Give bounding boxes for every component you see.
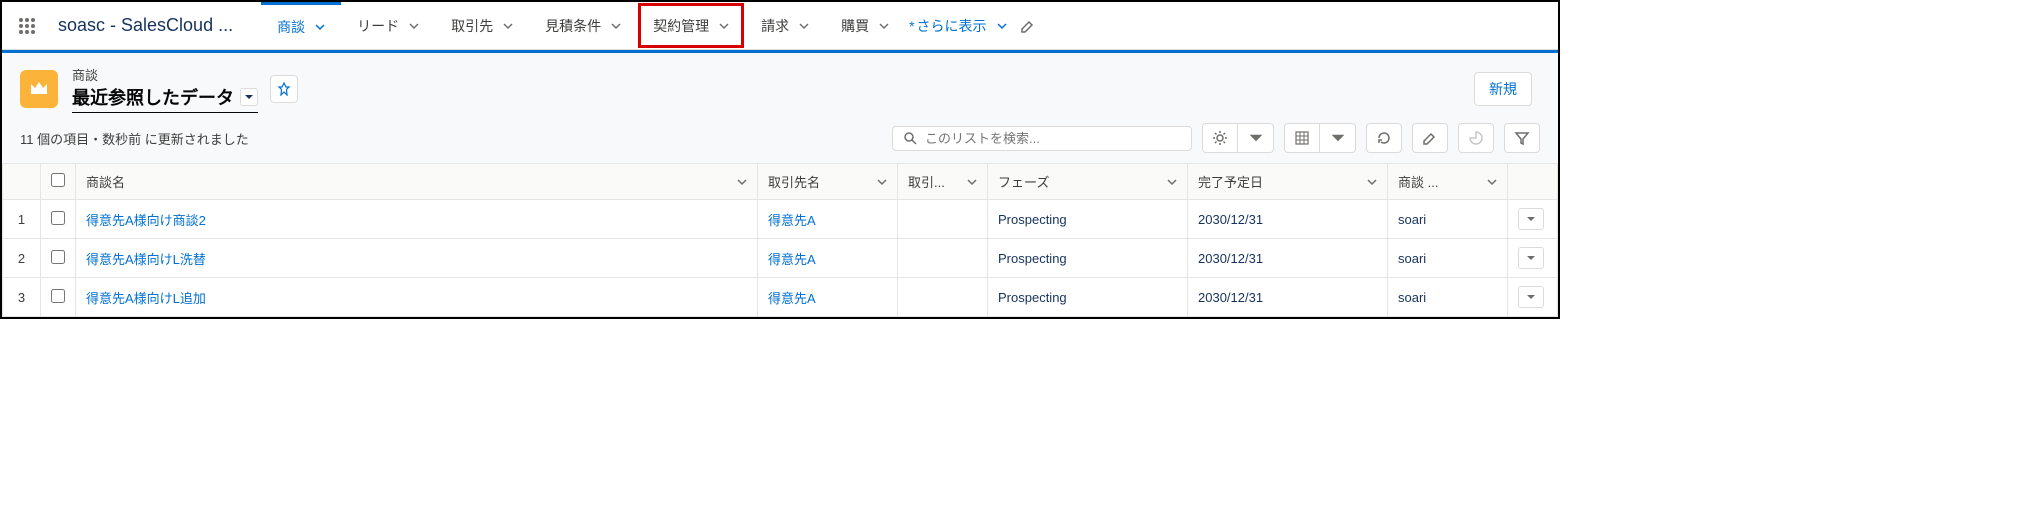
nav-tab[interactable]: 見積条件 <box>529 2 637 49</box>
new-button[interactable]: 新規 <box>1474 72 1532 106</box>
row-checkbox[interactable] <box>51 289 65 303</box>
pin-button[interactable] <box>270 75 298 103</box>
nav-tab-label: 購買 <box>841 16 869 36</box>
refresh-button[interactable] <box>1366 123 1402 153</box>
col-actions <box>1508 164 1558 200</box>
col-accdim[interactable]: 取引... <box>898 164 988 200</box>
row-actions-button[interactable] <box>1518 286 1544 308</box>
list-status-text: 11 個の項目・数秒前 に更新されました <box>20 129 249 148</box>
row-number: 2 <box>3 239 41 278</box>
cell-accdim <box>898 200 988 239</box>
chevron-down-icon <box>503 21 513 31</box>
list-settings-chevron[interactable] <box>1238 123 1274 153</box>
cell-close: 2030/12/31 <box>1188 200 1388 239</box>
opportunity-icon <box>20 70 58 108</box>
row-actions-button[interactable] <box>1518 247 1544 269</box>
chevron-down-icon <box>997 21 1007 31</box>
cell-phase: Prospecting <box>988 200 1188 239</box>
list-view-switcher[interactable] <box>240 88 258 106</box>
chevron-down-icon <box>877 177 887 187</box>
edit-nav-button[interactable] <box>1013 18 1043 34</box>
search-icon <box>903 131 917 145</box>
nav-tabs: 商談 リード 取引先 見積条件 契約管理 請求 購買 <box>261 2 905 49</box>
col-name[interactable]: 商談名 <box>76 164 758 200</box>
nav-tab-label: 取引先 <box>451 16 493 36</box>
topbar: soasc - SalesCloud ... 商談 リード 取引先 見積条件 契約管理 請… <box>2 2 1558 50</box>
chevron-down-icon <box>1367 177 1377 187</box>
cell-close: 2030/12/31 <box>1188 278 1388 317</box>
cell-owner: soari <box>1388 278 1508 317</box>
cell-accdim <box>898 278 988 317</box>
list-search-box[interactable] <box>892 126 1192 151</box>
display-as-chevron[interactable] <box>1320 123 1356 153</box>
chevron-down-icon <box>879 21 889 31</box>
col-close[interactable]: 完了予定日 <box>1188 164 1388 200</box>
chevron-down-icon <box>719 21 729 31</box>
col-phase[interactable]: フェーズ <box>988 164 1188 200</box>
list-view-name[interactable]: 最近参照したデータ <box>72 84 258 113</box>
nav-tab[interactable]: 取引先 <box>435 2 529 49</box>
chevron-down-icon <box>799 21 809 31</box>
cell-phase: Prospecting <box>988 239 1188 278</box>
list-search-input[interactable] <box>925 131 1181 146</box>
col-select-all[interactable] <box>41 164 76 200</box>
inline-edit-button[interactable] <box>1412 123 1448 153</box>
row-checkbox[interactable] <box>51 250 65 264</box>
nav-tab[interactable]: リード <box>341 2 435 49</box>
account-link[interactable]: 得意先A <box>768 213 816 228</box>
opportunity-link[interactable]: 得意先A様向けL洗替 <box>86 252 206 267</box>
table-row: 1 得意先A様向け商談2 得意先A Prospecting2030/12/31soar… <box>3 200 1558 239</box>
chevron-down-icon <box>611 21 621 31</box>
display-as-button[interactable] <box>1284 123 1320 153</box>
nav-tab-label: 見積条件 <box>545 16 601 36</box>
chevron-down-icon <box>409 21 419 31</box>
chevron-down-icon <box>967 177 977 187</box>
account-link[interactable]: 得意先A <box>768 252 816 267</box>
cell-accdim <box>898 239 988 278</box>
opportunity-link[interactable]: 得意先A様向けL追加 <box>86 291 206 306</box>
chevron-down-icon <box>1167 177 1177 187</box>
cell-owner: soari <box>1388 200 1508 239</box>
cell-owner: soari <box>1388 239 1508 278</box>
table-row: 2 得意先A様向けL洗替 得意先A Prospecting2030/12/31soar… <box>3 239 1558 278</box>
chevron-down-icon <box>315 22 325 32</box>
asterisk-icon: * <box>909 18 914 34</box>
chevron-down-icon <box>737 177 747 187</box>
row-checkbox[interactable] <box>51 211 65 225</box>
row-actions-button[interactable] <box>1518 208 1544 230</box>
opportunity-link[interactable]: 得意先A様向け商談2 <box>86 213 206 228</box>
nav-tab-label: リード <box>357 16 399 36</box>
cell-close: 2030/12/31 <box>1188 239 1388 278</box>
nav-tab-label: 請求 <box>761 16 789 36</box>
table-row: 3 得意先A様向けL追加 得意先A Prospecting2030/12/31soar… <box>3 278 1558 317</box>
row-number: 3 <box>3 278 41 317</box>
nav-tab[interactable]: 商談 <box>261 2 341 49</box>
col-rownum <box>3 164 41 200</box>
row-number: 1 <box>3 200 41 239</box>
page-header: 商談 最近参照したデータ 新規 11 個の項目・数秒前 に更新されました <box>2 50 1558 317</box>
col-owner[interactable]: 商談 ... <box>1388 164 1508 200</box>
account-link[interactable]: 得意先A <box>768 291 816 306</box>
list-view-name-text: 最近参照したデータ <box>72 84 234 110</box>
nav-tab[interactable]: 購買 <box>825 2 905 49</box>
chevron-down-icon <box>1487 177 1497 187</box>
object-label: 商談 <box>72 65 258 84</box>
data-table: 商談名 取引先名 取引... フェーズ 完了予定日 商談 ... 1 得意先A様向… <box>2 163 1558 317</box>
select-all-checkbox[interactable] <box>51 173 65 187</box>
list-settings-button[interactable] <box>1202 123 1238 153</box>
nav-tab[interactable]: 請求 <box>745 2 825 49</box>
cell-phase: Prospecting <box>988 278 1188 317</box>
nav-tab[interactable]: 契約管理 <box>637 2 745 49</box>
nav-more-label: さらに表示 <box>917 16 987 36</box>
nav-tab-label: 契約管理 <box>653 16 709 36</box>
nav-more[interactable]: * さらに表示 <box>909 16 1006 36</box>
app-launcher-icon[interactable] <box>12 11 42 41</box>
filter-button[interactable] <box>1504 123 1540 153</box>
col-account[interactable]: 取引先名 <box>758 164 898 200</box>
chart-button[interactable] <box>1458 123 1494 153</box>
app-name: soasc - SalesCloud ... <box>58 15 233 36</box>
nav-tab-label: 商談 <box>277 17 305 37</box>
